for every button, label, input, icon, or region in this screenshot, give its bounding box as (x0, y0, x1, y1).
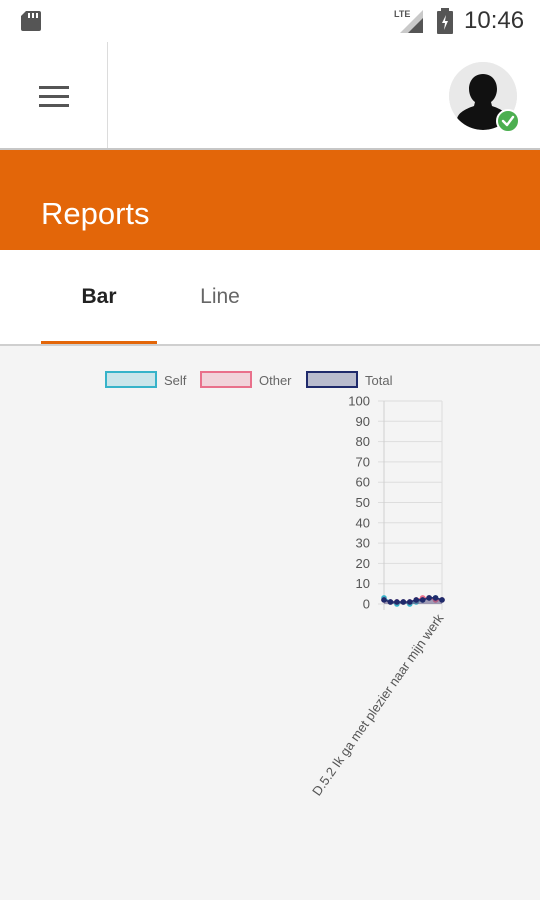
battery-icon (437, 8, 453, 34)
chart-canvas: Self Other Total1009080706050403020100D.5.… (105, 371, 447, 799)
data-point-total (439, 597, 445, 603)
data-point-total (432, 595, 439, 601)
y-tick-label: 60 (356, 475, 370, 490)
y-tick-label: 50 (356, 495, 370, 510)
hamburger-menu-icon (39, 86, 69, 108)
data-point-total (400, 599, 407, 605)
legend-label-other: Other (259, 373, 292, 388)
check-icon (501, 115, 515, 127)
page-title: Reports (41, 196, 150, 231)
signal-icon: LTE (394, 9, 423, 33)
sd-card-icon (21, 11, 41, 31)
active-tab-indicator (41, 341, 157, 344)
network-type-label: LTE (394, 9, 410, 19)
legend-swatch-self (105, 371, 157, 388)
data-point-total (387, 599, 394, 605)
y-tick-label: 10 (356, 576, 370, 591)
data-point-total (426, 595, 432, 601)
report-chart: Self Other Total 100 90 80 70 60 50 40 30 20 10 0 D.5.… (0, 348, 540, 900)
tab-line-chart[interactable]: Line (161, 250, 279, 344)
tab-bar: Bar Line (0, 250, 540, 346)
data-point-total (406, 599, 413, 605)
y-tick-label: 90 (356, 414, 370, 429)
avatar[interactable] (449, 62, 520, 133)
y-tick-label: 40 (356, 515, 370, 530)
y-tick-label: 70 (356, 454, 370, 469)
y-tick-label: 100 (348, 394, 370, 409)
app-bar (0, 42, 540, 150)
legend-swatch-total (306, 371, 358, 388)
status-bar: LTE 10:46 (0, 0, 540, 42)
data-point-total (394, 599, 400, 605)
legend-swatch-other (200, 371, 252, 388)
y-tick-label: 0 (363, 597, 370, 612)
app-bar-divider (107, 42, 108, 148)
data-point-total (419, 597, 426, 603)
y-tick-label: 30 (356, 536, 370, 551)
x-tick-label: D.5.2 Ik ga met plezier naar mijn werk (309, 611, 447, 799)
online-status-badge (496, 109, 520, 133)
legend-label-self: Self (164, 373, 187, 388)
y-tick-label: 20 (356, 556, 370, 571)
data-point-total (381, 597, 387, 603)
status-time: 10:46 (464, 7, 525, 34)
y-tick-label: 80 (356, 434, 370, 449)
tab-bar-chart[interactable]: Bar (41, 250, 157, 344)
menu-button[interactable] (24, 72, 84, 122)
data-point-total (413, 597, 420, 603)
legend-label-total: Total (365, 373, 393, 388)
